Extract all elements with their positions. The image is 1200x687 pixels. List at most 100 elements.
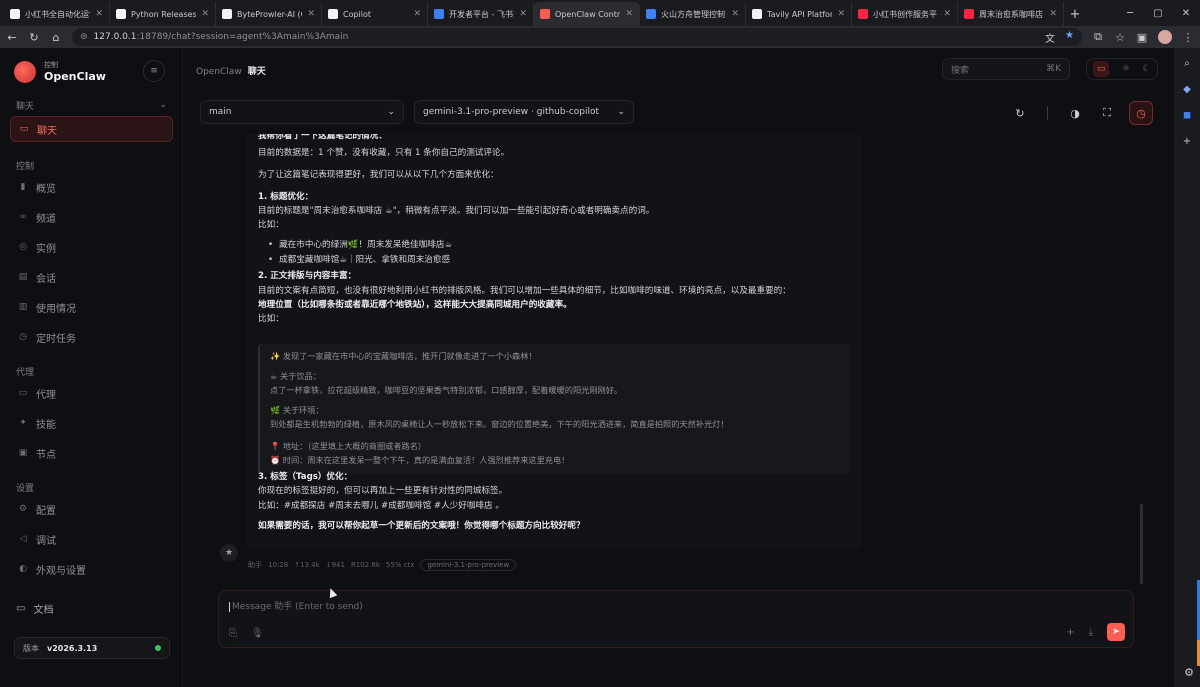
message-composer[interactable]: Message 助手 (Enter to send) ⎘ 🎙 + ⤓ ➤ <box>218 590 1134 648</box>
sidebar-item[interactable]: ▣ 节点 <box>10 438 173 468</box>
browser-tab[interactable]: 周末治愈系咖啡店 ✕ <box>958 2 1064 26</box>
new-tab-button[interactable]: + <box>1064 2 1086 26</box>
model-select[interactable]: gemini-3.1-pro-preview · github-copilot … <box>414 100 634 124</box>
sidebar-item[interactable]: ▥ 使用情况 <box>10 292 173 322</box>
url-path: :18789/chat?session=agent%3Amain%3Amain <box>136 32 349 42</box>
sidebar-item-label: 技能 <box>36 419 56 431</box>
tab-close-icon[interactable]: ✕ <box>1049 9 1057 19</box>
sidebar-item[interactable]: ⚙ 配置 <box>10 494 173 524</box>
cron-clock-icon[interactable]: ◷ <box>1129 101 1153 125</box>
browser-tab[interactable]: 开发者平台 - 飞书开 ✕ <box>428 2 534 26</box>
section-label: 设置 <box>16 483 35 494</box>
export-icon[interactable]: ⤓ <box>1089 627 1093 638</box>
translate-icon[interactable]: 文 <box>1045 30 1055 45</box>
outlook-icon[interactable]: ◼ <box>1180 108 1194 122</box>
session-select[interactable]: main ⌄ <box>200 100 404 124</box>
browser-tab[interactable]: 火山方舟管理控制台 ✕ <box>640 2 746 26</box>
address-bar-row: ← ↻ ⌂ ⊜ 127.0.0.1:18789/chat?session=age… <box>0 26 1200 48</box>
settings-gear-icon[interactable]: ⚙ <box>1184 666 1194 679</box>
site-info-icon[interactable]: ⊜ <box>80 32 88 42</box>
clock-icon: ◷ <box>19 332 27 342</box>
tab-favicon-icon <box>116 9 126 19</box>
breadcrumb: OpenClaw 聊天 <box>196 64 266 77</box>
chat-icon: ▭ <box>19 124 29 134</box>
reload-icon[interactable]: ↻ <box>28 31 40 44</box>
sidebar-item[interactable]: ◎ 实例 <box>10 232 173 262</box>
sparkle-icon: ✦ <box>19 418 27 428</box>
tab-close-icon[interactable]: ✕ <box>731 9 739 19</box>
brand-subtitle: 控制 <box>44 61 58 69</box>
add-icon[interactable]: + <box>1180 134 1194 148</box>
section-label: 代理 <box>16 367 35 378</box>
sidebar-item[interactable]: ✦ 技能 <box>10 408 173 438</box>
tab-title: 周末治愈系咖啡店 <box>979 9 1043 19</box>
minimize-icon[interactable]: ─ <box>1116 0 1144 26</box>
tab-close-icon[interactable]: ✕ <box>413 9 421 19</box>
sidebar-nav: 聊天 ⌄ ▭ 聊天 控制 ▮ 概览 ∞ 频道 ◎ 实例 ▤ 会话 ▥ 使用情况 ◷ 定时任务 代理 ▭ 代理 ✦ 技能 ▣ 节… <box>10 98 173 584</box>
browser-tab[interactable]: OpenClaw Control ✕ <box>534 2 640 26</box>
bookmark-star-icon[interactable]: ★ <box>1065 30 1074 45</box>
url-input[interactable]: ⊜ 127.0.0.1:18789/chat?session=agent%3Am… <box>72 28 1082 46</box>
browser-tab[interactable]: Python Releases for ✕ <box>110 2 216 26</box>
maximize-icon[interactable]: ▢ <box>1144 0 1172 26</box>
sidebar-item[interactable]: ▭ 聊天 <box>10 116 173 142</box>
quote-line: 点了一杯拿铁，拉花超级精致，咖啡豆的坚果香气特别浓郁，口感醇厚，配着暖暖的阳光刚… <box>270 385 623 395</box>
sidebar-item[interactable]: ◐ 外观与设置 <box>10 554 173 584</box>
extensions-icon[interactable]: ⧉ <box>1092 30 1104 44</box>
attach-icon[interactable]: ⎘ <box>229 628 237 639</box>
more-menu-icon[interactable]: ⋮ <box>1182 31 1194 44</box>
sidebar-item[interactable]: ▤ 会话 <box>10 262 173 292</box>
send-button[interactable]: ➤ <box>1107 623 1125 641</box>
window-controls: ─ ▢ ✕ <box>1116 0 1200 26</box>
browser-tab[interactable]: 小红书全自动化运营 ✕ <box>4 2 110 26</box>
list-item: 成都宝藏咖啡馆☕｜阳光、拿铁和周末治愈感 <box>268 253 450 265</box>
close-icon[interactable]: ✕ <box>1172 0 1200 26</box>
sidebar-item[interactable]: ▮ 概览 <box>10 172 173 202</box>
meta-item: 55% ctx <box>385 561 415 569</box>
browser-tab[interactable]: Copilot ✕ <box>322 2 428 26</box>
new-session-icon[interactable]: + <box>1066 627 1074 638</box>
tab-close-icon[interactable]: ✕ <box>837 9 845 19</box>
meta-item: ↑13.4k <box>294 561 320 569</box>
sidebar-item[interactable]: ▭ 代理 <box>10 378 173 408</box>
system-theme-icon[interactable]: ▭ <box>1093 61 1110 77</box>
browser-tab[interactable]: 小红书创作服务平台 ✕ <box>852 2 958 26</box>
microphone-icon[interactable]: 🎙 <box>251 628 264 639</box>
profile-avatar[interactable] <box>1158 30 1172 44</box>
browser-tab[interactable]: ByteProwler-AI (Chi ✕ <box>216 2 322 26</box>
tab-close-icon[interactable]: ✕ <box>625 9 633 19</box>
scrollbar[interactable] <box>1140 504 1143 584</box>
message-line: 目前的数据是：1 个赞，没有收藏，只有 1 条你自己的测试评论。 <box>258 148 510 158</box>
chevron-down-icon: ⌄ <box>617 107 625 117</box>
search-icon[interactable]: ⌕ <box>1180 56 1194 70</box>
tab-title: 开发者平台 - 飞书开 <box>449 9 515 19</box>
sidebar-collapse-button[interactable]: ≡ <box>143 60 165 82</box>
focus-mode-icon[interactable]: ⛶ <box>1096 102 1118 124</box>
sidebar-item[interactable]: ∞ 频道 <box>10 202 173 232</box>
tab-close-icon[interactable]: ✕ <box>519 9 527 19</box>
tab-close-icon[interactable]: ✕ <box>95 9 103 19</box>
docs-link[interactable]: ▭ 文档 <box>16 601 53 616</box>
tab-close-icon[interactable]: ✕ <box>943 9 951 19</box>
sidebar-section-title[interactable]: 聊天 ⌄ <box>10 98 173 112</box>
browser-tab[interactable]: Tavily API Platform ✕ <box>746 2 852 26</box>
collections-icon[interactable]: ▣ <box>1136 31 1148 44</box>
refresh-icon[interactable]: ↻ <box>1009 102 1031 124</box>
sidebar-item[interactable]: ◷ 定时任务 <box>10 322 173 352</box>
favorites-icon[interactable]: ☆ <box>1114 31 1126 44</box>
sidebar-item[interactable]: ◁ 调试 <box>10 524 173 554</box>
tab-close-icon[interactable]: ✕ <box>307 9 315 19</box>
tab-close-icon[interactable]: ✕ <box>201 9 209 19</box>
model-select-value: gemini-3.1-pro-preview · github-copilot <box>423 107 600 117</box>
copilot-icon[interactable]: ◆ <box>1180 82 1194 96</box>
light-theme-icon[interactable]: ☼ <box>1122 64 1130 74</box>
status-dot <box>155 645 161 651</box>
search-input[interactable]: 搜索 ⌘K <box>942 58 1070 80</box>
home-icon[interactable]: ⌂ <box>50 31 62 44</box>
thinking-toggle-icon[interactable]: ◑ <box>1064 102 1086 124</box>
back-icon[interactable]: ← <box>6 31 18 44</box>
dark-theme-icon[interactable]: ☾ <box>1143 64 1151 74</box>
breadcrumb-root[interactable]: OpenClaw <box>196 67 242 77</box>
message-input[interactable]: Message 助手 (Enter to send) <box>229 599 363 612</box>
